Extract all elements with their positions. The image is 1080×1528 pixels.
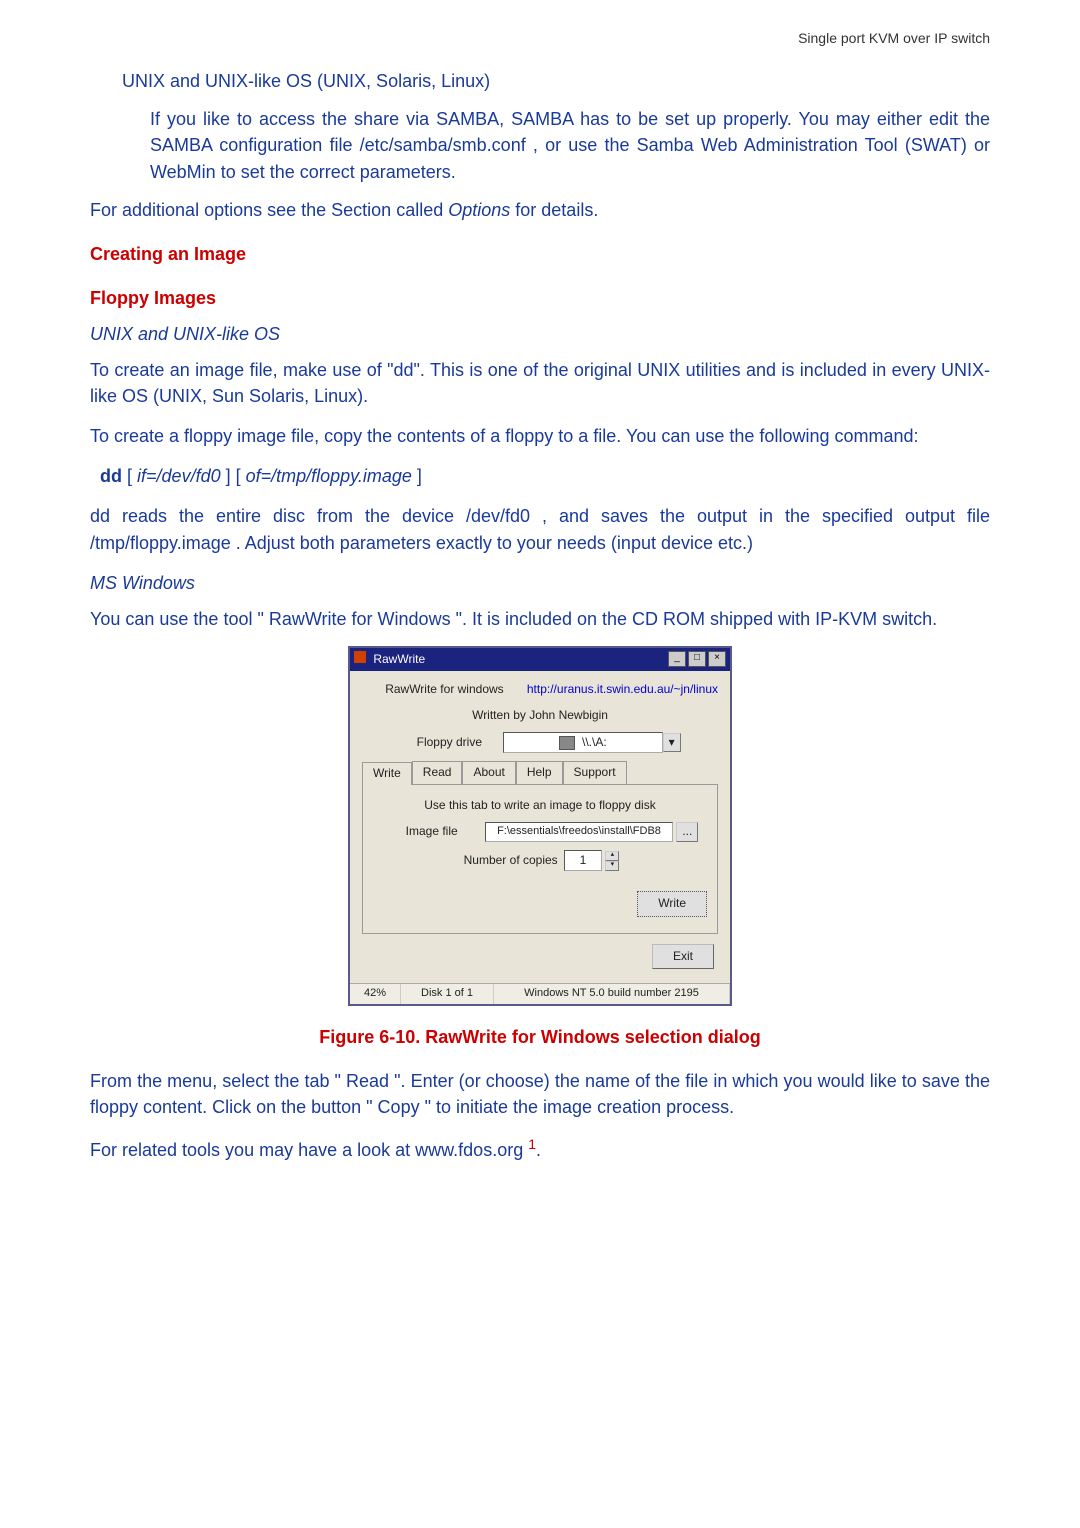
tab-about[interactable]: About	[462, 761, 515, 783]
fdos-paragraph: For related tools you may have a look at…	[90, 1134, 990, 1163]
spinner-down-icon[interactable]: ▾	[605, 861, 619, 871]
tab-bar: Write Read About Help Support	[362, 761, 718, 784]
floppy-drive-value: \\.\A:	[582, 735, 607, 749]
dd-cmd: dd	[100, 466, 122, 486]
dd-if-arg: if=/dev/fd0	[137, 466, 221, 486]
footnote-ref: 1	[528, 1136, 536, 1152]
dd-copy-paragraph: To create a floppy image file, copy the …	[90, 423, 990, 449]
copies-input[interactable]: 1	[564, 850, 602, 871]
image-file-input[interactable]: F:\essentials\freedos\install\FDB8	[485, 822, 673, 842]
status-disk: Disk 1 of 1	[401, 984, 494, 1004]
copies-label: Number of copies	[461, 852, 561, 869]
floppy-icon	[559, 736, 575, 750]
app-icon	[354, 651, 366, 663]
dd-explain-paragraph: dd reads the entire disc from the device…	[90, 503, 990, 555]
rawwrite-dialog: RawWrite _ □ × RawWrite for windows http…	[348, 646, 732, 1006]
rawwrite-url[interactable]: http://uranus.it.swin.edu.au/~jn/linux	[527, 681, 718, 698]
dd-command-line: dd [ if=/dev/fd0 ] [ of=/tmp/floppy.imag…	[100, 463, 990, 489]
page-header: Single port KVM over IP switch	[90, 28, 990, 48]
fdos-post: .	[536, 1140, 541, 1160]
dialog-title: RawWrite	[373, 652, 425, 666]
copies-spinner[interactable]: ▴ ▾	[605, 851, 619, 871]
read-tab-paragraph: From the menu, select the tab " Read ". …	[90, 1068, 990, 1120]
write-button[interactable]: Write	[637, 891, 707, 916]
exit-button[interactable]: Exit	[652, 944, 714, 969]
spinner-up-icon[interactable]: ▴	[605, 851, 619, 861]
dropdown-arrow-icon[interactable]: ▾	[663, 733, 681, 752]
rawwrite-paragraph: You can use the tool " RawWrite for Wind…	[90, 606, 990, 632]
author-label: Written by John Newbigin	[362, 707, 718, 724]
status-build: Windows NT 5.0 build number 2195	[494, 984, 730, 1004]
mswindows-subheading: MS Windows	[90, 570, 990, 596]
fdos-pre: For related tools you may have a look at…	[90, 1140, 528, 1160]
unix-os-heading: UNIX and UNIX-like OS (UNIX, Solaris, Li…	[122, 68, 990, 94]
status-percent: 42%	[350, 984, 401, 1004]
tab-help[interactable]: Help	[516, 761, 563, 783]
options-paragraph: For additional options see the Section c…	[90, 197, 990, 223]
tab-hint: Use this tab to write an image to floppy…	[373, 797, 707, 814]
samba-paragraph: If you like to access the share via SAMB…	[150, 106, 990, 184]
status-bar: 42% Disk 1 of 1 Windows NT 5.0 build num…	[350, 983, 730, 1004]
image-file-label: Image file	[382, 823, 482, 840]
close-button[interactable]: ×	[708, 651, 726, 667]
tab-write[interactable]: Write	[362, 762, 412, 784]
tab-support[interactable]: Support	[563, 761, 627, 783]
creating-image-heading: Creating an Image	[90, 241, 990, 267]
options-post: for details.	[510, 200, 598, 220]
browse-button[interactable]: ...	[676, 822, 698, 841]
floppy-drive-select[interactable]: \\.\A:	[503, 732, 663, 753]
options-word: Options	[448, 200, 510, 220]
maximize-button[interactable]: □	[688, 651, 706, 667]
rawwrite-label: RawWrite for windows	[385, 682, 503, 696]
figure-caption: Figure 6-10. RawWrite for Windows select…	[90, 1024, 990, 1050]
minimize-button[interactable]: _	[668, 651, 686, 667]
dd-of-arg: of=/tmp/floppy.image	[246, 466, 412, 486]
floppy-drive-label: Floppy drive	[399, 734, 499, 751]
dd-intro-paragraph: To create an image file, make use of "dd…	[90, 357, 990, 409]
unix-subheading: UNIX and UNIX-like OS	[90, 321, 990, 347]
floppy-images-heading: Floppy Images	[90, 285, 990, 311]
dialog-titlebar[interactable]: RawWrite _ □ ×	[350, 648, 730, 671]
options-pre: For additional options see the Section c…	[90, 200, 448, 220]
tab-read[interactable]: Read	[412, 761, 463, 783]
